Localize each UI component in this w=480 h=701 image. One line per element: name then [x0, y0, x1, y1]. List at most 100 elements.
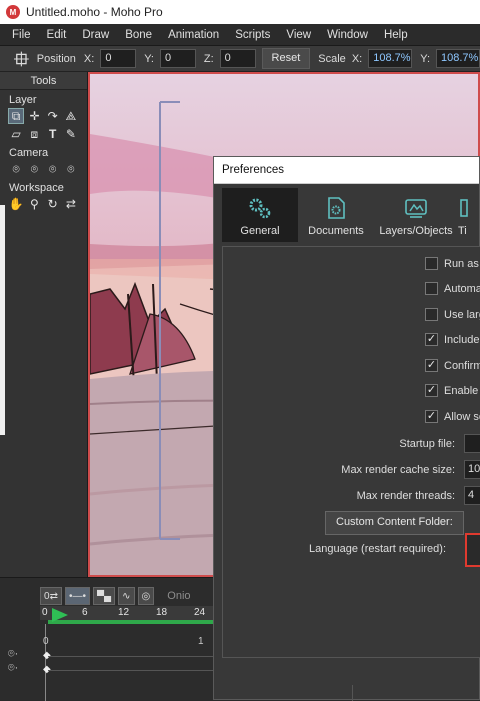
- startup-file-row: Startup file:: [399, 434, 480, 453]
- include-checkbox-row[interactable]: ✓Include fac: [425, 333, 480, 346]
- ruler-tick-18: 18: [156, 607, 168, 618]
- position-z-field[interactable]: 0: [219, 49, 256, 68]
- preferences-dialog: Preferences General Documents Layers/Obj…: [213, 156, 480, 701]
- layers-icon: [405, 199, 427, 218]
- menu-edit[interactable]: Edit: [39, 29, 75, 41]
- motion-graph-button[interactable]: ∿: [118, 587, 135, 605]
- transform-layer-tool-icon[interactable]: ⧉: [8, 108, 25, 124]
- ruler-tick-12: 12: [118, 607, 130, 618]
- use-large-checkbox-row[interactable]: Use large: [425, 308, 480, 321]
- ruler-tick-6: 6: [82, 607, 88, 618]
- reset-button[interactable]: Reset: [261, 48, 311, 69]
- track-line: [48, 656, 215, 657]
- window-title: Untitled.moho - Moho Pro: [26, 5, 163, 19]
- transform-layer-icon: [14, 51, 29, 66]
- startup-file-field[interactable]: [464, 434, 480, 453]
- scale-y-field[interactable]: 108.7%: [436, 49, 480, 68]
- hand-pan-icon[interactable]: ✋: [8, 196, 24, 212]
- scale-x-field[interactable]: 108.7%: [368, 49, 413, 68]
- rotate-layer-tool-icon[interactable]: ↷: [45, 108, 61, 124]
- menu-file[interactable]: File: [4, 29, 39, 41]
- position-x-field[interactable]: 0: [100, 49, 137, 68]
- position-label: Position: [36, 52, 76, 65]
- playback-range-bar: [48, 620, 215, 624]
- sequencer-view-button[interactable]: ▀▄: [92, 587, 116, 605]
- layer-section-label: Layer: [9, 94, 37, 106]
- enable-touch-checkbox[interactable]: ✓: [425, 384, 438, 397]
- max-threads-field[interactable]: 4: [464, 486, 480, 505]
- menu-draw[interactable]: Draw: [74, 29, 117, 41]
- pan-tilt-camera-icon[interactable]: ⌾: [63, 161, 79, 177]
- confirm-checkbox[interactable]: ✓: [425, 359, 438, 372]
- max-cache-field[interactable]: 100: [464, 460, 480, 479]
- enable-touch-checkbox-row[interactable]: ✓Enable tou: [425, 384, 480, 397]
- preferences-tabs: General Documents Layers/Objects Ti: [222, 188, 480, 242]
- allow-send-checkbox-row[interactable]: ✓Allow send: [425, 410, 480, 423]
- menu-bone[interactable]: Bone: [117, 29, 160, 41]
- automatic-checkbox[interactable]: [425, 282, 438, 295]
- run-as-checkbox[interactable]: [425, 257, 438, 270]
- move-tool-icon[interactable]: ✛: [26, 108, 42, 124]
- playhead-icon[interactable]: [52, 608, 68, 622]
- camera-zoom-track-icon[interactable]: ⌾·: [8, 662, 18, 675]
- menu-view[interactable]: View: [278, 29, 319, 41]
- allow-send-checkbox[interactable]: ✓: [425, 410, 438, 423]
- title-bar: M Untitled.moho - Moho Pro: [0, 0, 480, 24]
- camera-section-label: Camera: [9, 147, 49, 159]
- confirm-checkbox-row[interactable]: ✓Confirm be: [425, 359, 480, 372]
- tab-layers-objects-label: Layers/Objects: [379, 225, 453, 237]
- menu-help[interactable]: Help: [376, 29, 416, 41]
- onion-skin-label: Onio: [167, 590, 191, 602]
- menu-animation[interactable]: Animation: [160, 29, 227, 41]
- language-row: Language (restart required):: [309, 543, 455, 555]
- track-camera-icon[interactable]: ⌾: [8, 161, 24, 177]
- set-origin-tool-icon[interactable]: ⟁: [63, 108, 79, 124]
- eyedropper-tool-icon[interactable]: ✎: [63, 126, 79, 142]
- text-tool-icon[interactable]: T: [45, 126, 61, 142]
- include-checkbox[interactable]: ✓: [425, 333, 438, 346]
- zoom-camera-icon[interactable]: ⌾: [26, 161, 42, 177]
- tab-layers-objects[interactable]: Layers/Objects: [374, 188, 458, 242]
- tool-options-bar: Position X: 0 Y: 0 Z: 0 Reset Scale X: 1…: [0, 46, 480, 72]
- orbit-workspace-icon[interactable]: ⇄: [63, 196, 79, 212]
- switch-layer-tool-icon[interactable]: ⧈: [26, 126, 42, 142]
- automatic-checkbox-row[interactable]: Automatic: [425, 282, 480, 295]
- background-window-strip: [0, 205, 5, 435]
- gear-icon: [249, 198, 271, 219]
- frame-marker-0: 0: [43, 636, 49, 647]
- startup-file-label: Startup file:: [399, 437, 455, 450]
- roll-camera-icon[interactable]: ⌾: [45, 161, 61, 177]
- rotate-workspace-icon[interactable]: ↻: [45, 196, 61, 212]
- x-label: X:: [83, 52, 95, 65]
- tab-general[interactable]: General: [222, 188, 298, 242]
- custom-content-folder-button[interactable]: Custom Content Folder:: [325, 511, 464, 535]
- position-y-field[interactable]: 0: [160, 49, 196, 68]
- scale-label: Scale: [318, 52, 346, 65]
- loop-toggle[interactable]: 0 ⇄: [40, 587, 62, 605]
- use-large-checkbox[interactable]: [425, 308, 438, 321]
- z-label: Z:: [203, 52, 214, 65]
- y-label: Y:: [144, 52, 154, 65]
- ruler-tick-0: 0: [42, 607, 48, 618]
- shear-layer-tool-icon[interactable]: ▱: [8, 126, 24, 142]
- preferences-title: Preferences: [214, 157, 479, 184]
- scale-x-label: X:: [351, 52, 363, 65]
- run-as-checkbox-row[interactable]: Run as Mo: [425, 257, 480, 270]
- tools-panel: Tools Layer ⧉ ✛ ↷ ⟁ ▱ ⧈ T ✎ Camera ⌾ ⌾ ⌾…: [0, 72, 88, 577]
- onion-skin-button[interactable]: ◎: [137, 587, 155, 605]
- menu-scripts[interactable]: Scripts: [227, 29, 278, 41]
- zoom-magnifier-icon[interactable]: ⚲: [26, 196, 42, 212]
- tab-documents[interactable]: Documents: [298, 188, 374, 242]
- document-gear-icon: [328, 197, 345, 219]
- max-threads-row: Max render threads: 4: [357, 486, 480, 505]
- menu-window[interactable]: Window: [319, 29, 376, 41]
- timeline-tab-icon: [460, 199, 468, 217]
- tab-timeline[interactable]: Ti: [458, 188, 480, 242]
- moho-logo-icon: M: [6, 5, 20, 19]
- channel-view-button[interactable]: •—•: [64, 587, 90, 605]
- camera-track-icon[interactable]: ⌾·: [8, 648, 18, 661]
- language-dropdown[interactable]: [465, 533, 480, 567]
- track-line-2: [48, 670, 215, 671]
- max-cache-label: Max render cache size:: [341, 463, 455, 476]
- general-settings-panel: Run as Mo Automatic Use large ✓Include f…: [222, 246, 480, 658]
